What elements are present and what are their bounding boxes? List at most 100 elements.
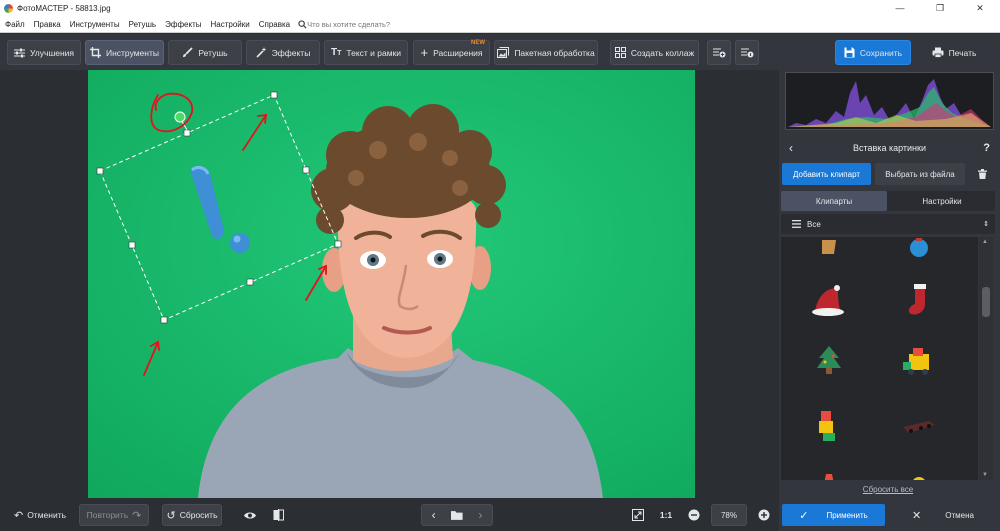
compare-icon (273, 509, 284, 521)
next-image-icon[interactable]: › (469, 508, 492, 522)
scroll-thumb[interactable] (982, 287, 990, 317)
clipart-scrollbar[interactable]: ▲ ▼ (979, 237, 993, 480)
reset-icon: ↺ (166, 509, 176, 522)
boot-clipart-icon (822, 240, 836, 254)
tab-tools[interactable]: Инструменты (85, 40, 164, 65)
printer-icon (932, 47, 944, 58)
main-toolbar: Улучшения Инструменты Ретушь Эффекты TT … (0, 34, 1000, 70)
photo-canvas[interactable] (88, 70, 695, 498)
create-collage-label: Создать коллаж (630, 47, 695, 58)
window-title: ФотоМАСТЕР - 58813.jpg (17, 3, 111, 13)
eye-icon (244, 512, 256, 518)
menu-help[interactable]: Справка (254, 20, 294, 29)
presets-add-icon (712, 48, 725, 58)
tab-effects[interactable]: Эффекты (246, 40, 320, 65)
clipart-item[interactable] (809, 342, 849, 382)
zoom-level[interactable]: 78% (711, 504, 747, 526)
undo-button[interactable]: ↶ Отменить (10, 504, 70, 526)
menu-search[interactable] (298, 19, 418, 29)
clipart-item[interactable] (809, 280, 849, 320)
clipart-grid (781, 237, 978, 480)
prev-image-icon[interactable]: ‹ (422, 508, 445, 522)
title-bar: ФотоМАСТЕР - 58813.jpg (0, 0, 1000, 16)
clipart-item[interactable] (899, 237, 939, 265)
preview-toggle[interactable] (239, 504, 261, 526)
tab-enhance-label: Улучшения (29, 47, 75, 58)
apply-label: Применить (826, 510, 868, 520)
presets-info-button[interactable] (735, 40, 759, 65)
create-collage-button[interactable]: Создать коллаж (610, 40, 699, 65)
menu-edit[interactable]: Правка (29, 20, 65, 29)
cancel-button[interactable]: ✕ Отмена (891, 504, 995, 526)
clipart-item[interactable] (899, 280, 939, 320)
menu-retouch[interactable]: Ретушь (124, 20, 161, 29)
category-select[interactable]: Все ⇕ (781, 214, 995, 234)
panel-title: Вставка картинки (853, 143, 926, 153)
menu-file[interactable]: Файл (0, 20, 29, 29)
clipart-item[interactable] (809, 237, 849, 265)
text-icon: TT (330, 47, 342, 58)
plus-icon: + (420, 45, 429, 60)
save-label: Сохранить (859, 47, 903, 58)
clipart-item[interactable] (809, 405, 849, 445)
locomotive-icon (903, 421, 935, 433)
scroll-up-icon[interactable]: ▲ (982, 239, 988, 245)
tab-cliparts[interactable]: Клипарты (781, 191, 887, 211)
crop-icon (89, 47, 101, 58)
add-preset-button[interactable] (707, 40, 731, 65)
tab-enhance[interactable]: Улучшения (7, 40, 81, 65)
menu-tools[interactable]: Инструменты (65, 20, 124, 29)
help-icon[interactable]: ? (983, 142, 990, 154)
presets-info-icon (740, 48, 753, 58)
brush-icon (183, 47, 194, 57)
trash-icon (977, 169, 987, 179)
batch-processing-button[interactable]: Пакетная обработка (494, 40, 598, 65)
menu-bar: Файл Правка Инструменты Ретушь Эффекты Н… (0, 16, 1000, 33)
fit-screen-button[interactable] (628, 504, 648, 526)
delete-button[interactable] (972, 163, 992, 185)
workspace-right-margin (695, 70, 777, 498)
apply-button[interactable]: ✓ Применить (782, 504, 885, 526)
scroll-down-icon[interactable]: ▼ (982, 472, 988, 478)
back-arrow-icon[interactable]: ‹ (789, 141, 793, 155)
tab-extensions[interactable]: + Расширения NEW (413, 40, 490, 65)
choose-from-file-button[interactable]: Выбрать из файла (875, 163, 965, 185)
folder-icon[interactable] (451, 510, 463, 520)
maximize-icon[interactable]: ❐ (920, 0, 960, 16)
print-button[interactable]: Печать (914, 40, 994, 65)
reset-button[interactable]: ↺ Сбросить (162, 504, 222, 526)
actual-size-button[interactable]: 1:1 (655, 504, 677, 526)
collage-icon (614, 47, 626, 58)
minimize-icon[interactable]: — (880, 0, 920, 16)
tab-panel-settings[interactable]: Настройки (889, 191, 995, 211)
expand-icon (632, 509, 644, 521)
list-icon (792, 220, 801, 228)
add-clipart-button[interactable]: Добавить клипарт (782, 163, 871, 185)
histogram (785, 72, 994, 130)
search-input[interactable] (307, 19, 418, 29)
menu-effects[interactable]: Эффекты (160, 20, 205, 29)
clipart-item[interactable] (899, 405, 939, 445)
zoom-out-button[interactable] (684, 504, 704, 526)
workspace-left-margin (0, 70, 88, 498)
clipart-item[interactable] (899, 459, 939, 480)
save-button[interactable]: Сохранить (835, 40, 911, 65)
clipart-item[interactable] (809, 459, 849, 480)
tab-text-frames[interactable]: TT Текст и рамки (324, 40, 408, 65)
menu-settings[interactable]: Настройки (205, 20, 253, 29)
photo (88, 70, 695, 498)
tab-text-frames-label: Текст и рамки (346, 47, 402, 58)
search-icon (298, 19, 307, 29)
tab-retouch[interactable]: Ретушь (168, 40, 242, 65)
close-x-icon: ✕ (912, 509, 922, 522)
reset-all-link[interactable]: Сбросить все (781, 485, 995, 494)
redo-label: Повторить (86, 510, 129, 520)
close-icon[interactable]: ✕ (960, 0, 1000, 16)
reset-label: Сбросить (179, 510, 218, 520)
zoom-in-button[interactable] (754, 504, 774, 526)
panel-tabs: Клипарты Настройки (781, 191, 995, 211)
compare-toggle[interactable] (267, 504, 289, 526)
redo-button[interactable]: Повторить ↷ (79, 504, 149, 526)
dropdown-arrows-icon: ⇕ (983, 221, 989, 228)
clipart-item[interactable] (899, 342, 939, 382)
